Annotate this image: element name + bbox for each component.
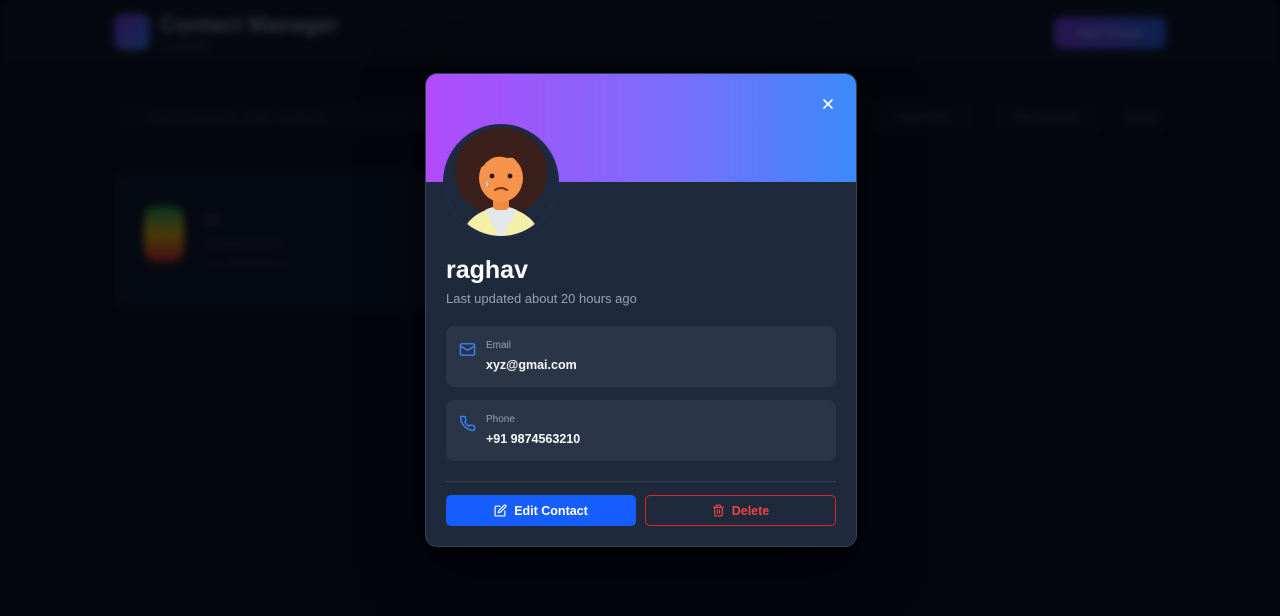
contact-details-modal: raghav Last updated about 20 hours ago E… <box>425 73 857 547</box>
trash-icon <box>712 504 724 517</box>
email-info-box: Email xyz@gmai.com <box>446 326 836 387</box>
phone-info-box: Phone +91 9874563210 <box>446 400 836 461</box>
email-label: Email <box>486 340 512 351</box>
avatar <box>443 124 559 240</box>
close-button[interactable] <box>816 92 840 116</box>
delete-button[interactable]: Delete <box>645 495 836 526</box>
phone-value: +91 9874563210 <box>486 432 581 446</box>
last-updated-text: Last updated about 20 hours ago <box>446 291 637 306</box>
phone-label: Phone <box>486 414 515 425</box>
divider <box>446 481 836 482</box>
email-value: xyz@gmai.com <box>486 358 577 372</box>
edit-icon <box>494 504 507 517</box>
mail-icon <box>459 343 476 356</box>
contact-name: raghav <box>446 256 528 284</box>
edit-contact-label: Edit Contact <box>514 503 588 518</box>
phone-icon <box>459 415 476 432</box>
delete-label: Delete <box>731 503 770 518</box>
avatar-illustration <box>447 128 555 236</box>
x-icon <box>823 99 833 109</box>
edit-contact-button[interactable]: Edit Contact <box>446 495 636 526</box>
